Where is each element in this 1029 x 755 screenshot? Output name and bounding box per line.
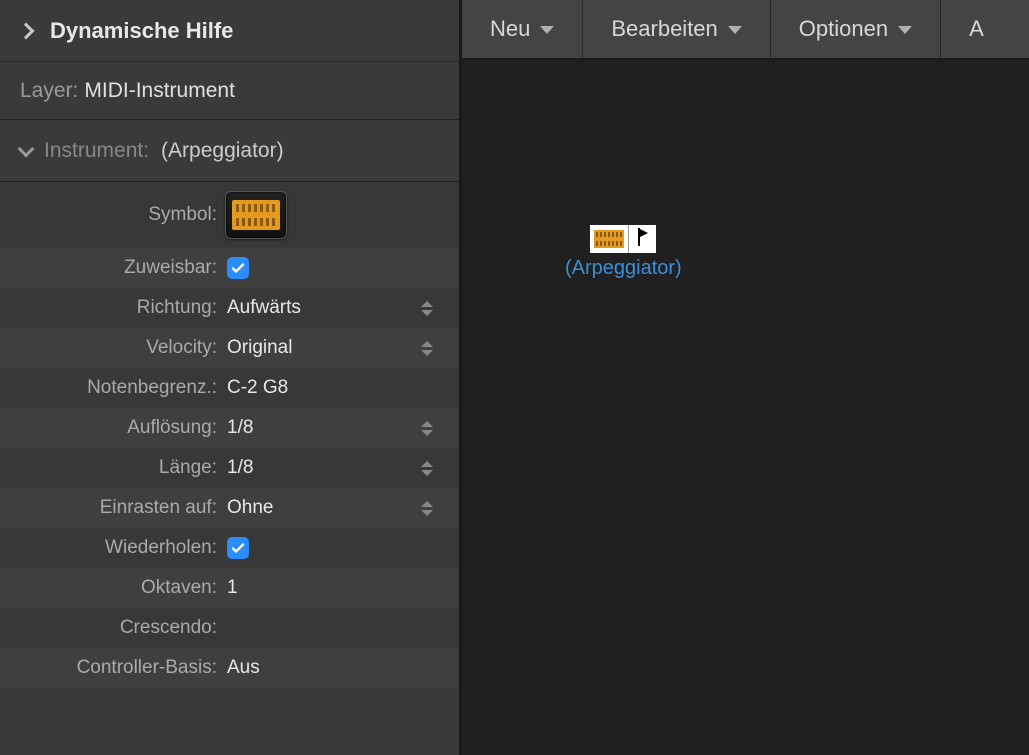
velocity-stepper[interactable] — [419, 337, 435, 359]
param-label-notenbegrenz: Notenbegrenz.: — [0, 377, 225, 399]
einrasten-stepper[interactable] — [419, 497, 435, 519]
symbol-picker[interactable] — [225, 191, 287, 239]
param-crescendo: Crescendo: — [0, 608, 459, 648]
caret-down-icon — [728, 26, 742, 34]
param-notenbegrenz: Notenbegrenz.: C-2 G8 — [0, 368, 459, 408]
param-label-aufloesung: Auflösung: — [0, 417, 225, 439]
toolbar-more-menu[interactable]: A — [959, 0, 994, 58]
laenge-value[interactable]: 1/8 — [225, 457, 253, 479]
param-label-wiederholen: Wiederholen: — [0, 537, 225, 559]
param-label-zuweisbar: Zuweisbar: — [0, 257, 225, 279]
wiederholen-checkbox[interactable] — [227, 537, 249, 559]
dynamic-help-title: Dynamische Hilfe — [50, 18, 233, 44]
param-label-oktaven: Oktaven: — [0, 577, 225, 599]
param-laenge: Länge: 1/8 — [0, 448, 459, 488]
toolbar-divider — [770, 0, 771, 58]
param-richtung: Richtung: Aufwärts — [0, 288, 459, 328]
param-oktaven: Oktaven: 1 — [0, 568, 459, 608]
object-tile-right — [628, 225, 656, 253]
toolbar-divider — [582, 0, 583, 58]
instrument-value: (Arpeggiator) — [161, 139, 284, 163]
object-icon-pair — [590, 225, 656, 253]
param-einrasten: Einrasten auf: Ohne — [0, 488, 459, 528]
param-label-velocity: Velocity: — [0, 337, 225, 359]
aufloesung-stepper[interactable] — [419, 417, 435, 439]
param-controller: Controller-Basis: Aus — [0, 648, 459, 688]
chevron-right-icon — [18, 22, 35, 39]
oktaven-value[interactable]: 1 — [225, 577, 238, 599]
caret-down-icon — [540, 26, 554, 34]
richtung-value[interactable]: Aufwärts — [225, 297, 301, 319]
toolbar-optionen-menu[interactable]: Optionen — [789, 0, 922, 58]
toolbar-divider — [940, 0, 941, 58]
instrument-disclosure-row[interactable]: Instrument: (Arpeggiator) — [0, 120, 459, 182]
param-label-controller: Controller-Basis: — [0, 657, 225, 679]
keyboard-icon — [594, 230, 624, 248]
layer-row[interactable]: Layer: MIDI-Instrument — [0, 62, 459, 120]
param-velocity: Velocity: Original — [0, 328, 459, 368]
toolbar-neu-label: Neu — [490, 16, 530, 42]
environment-toolbar: Neu Bearbeiten Optionen A — [462, 0, 1029, 60]
inspector-sidebar: Dynamische Hilfe Layer: MIDI-Instrument … — [0, 0, 462, 755]
laenge-stepper[interactable] — [419, 457, 435, 479]
einrasten-value[interactable]: Ohne — [225, 497, 273, 519]
param-zuweisbar: Zuweisbar: — [0, 248, 459, 288]
layer-label: Layer: — [20, 79, 78, 103]
aufloesung-value[interactable]: 1/8 — [225, 417, 253, 439]
object-tile-left — [590, 225, 628, 253]
layer-value: MIDI-Instrument — [84, 79, 235, 103]
toolbar-neu-menu[interactable]: Neu — [480, 0, 564, 58]
arpeggiator-object[interactable]: (Arpeggiator) — [565, 225, 682, 280]
object-label: (Arpeggiator) — [565, 257, 682, 280]
environment-canvas[interactable]: (Arpeggiator) — [462, 60, 1029, 755]
param-label-crescendo: Crescendo: — [0, 617, 225, 639]
keyboard-icon — [232, 200, 280, 230]
toolbar-bearbeiten-menu[interactable]: Bearbeiten — [601, 0, 751, 58]
toolbar-bearbeiten-label: Bearbeiten — [611, 16, 717, 42]
zuweisbar-checkbox[interactable] — [227, 257, 249, 279]
parameter-list: Symbol: Zuweisbar: Richtung: Aufwärts Ve… — [0, 182, 459, 755]
param-label-laenge: Länge: — [0, 457, 225, 479]
notenbegrenz-value[interactable]: C-2 G8 — [225, 377, 288, 399]
param-label-einrasten: Einrasten auf: — [0, 497, 225, 519]
velocity-value[interactable]: Original — [225, 337, 292, 359]
param-symbol: Symbol: — [0, 182, 459, 248]
controller-value[interactable]: Aus — [225, 657, 260, 679]
param-label-richtung: Richtung: — [0, 297, 225, 319]
environment-main: Neu Bearbeiten Optionen A — [462, 0, 1029, 755]
chevron-down-icon — [18, 140, 35, 157]
param-aufloesung: Auflösung: 1/8 — [0, 408, 459, 448]
param-label-symbol: Symbol: — [0, 204, 225, 226]
param-wiederholen: Wiederholen: — [0, 528, 459, 568]
caret-down-icon — [898, 26, 912, 34]
toolbar-more-label: A — [969, 16, 984, 42]
richtung-stepper[interactable] — [419, 297, 435, 319]
instrument-label: Instrument: — [44, 139, 149, 163]
flag-icon — [636, 228, 650, 246]
toolbar-optionen-label: Optionen — [799, 16, 888, 42]
dynamic-help-row[interactable]: Dynamische Hilfe — [0, 0, 459, 62]
